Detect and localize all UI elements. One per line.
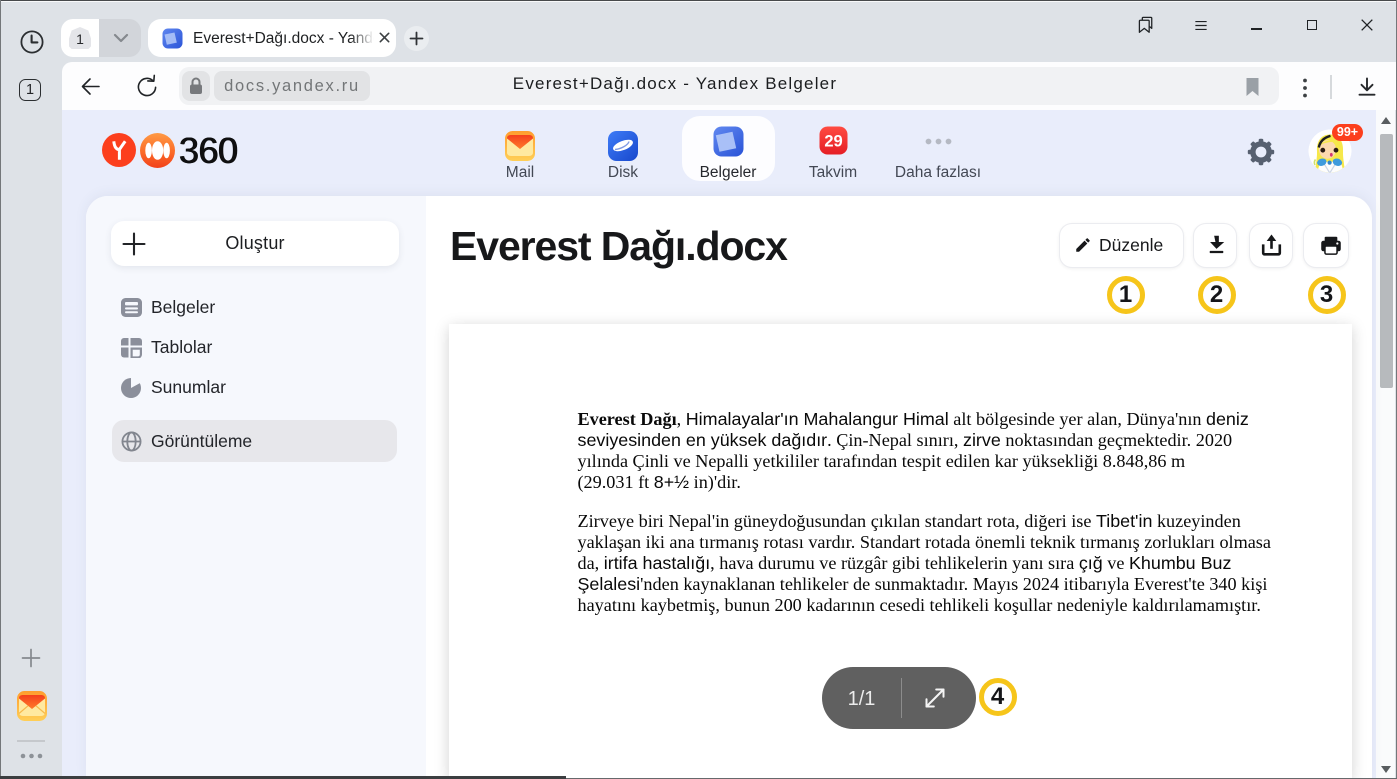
svg-text:29: 29 <box>824 133 842 151</box>
